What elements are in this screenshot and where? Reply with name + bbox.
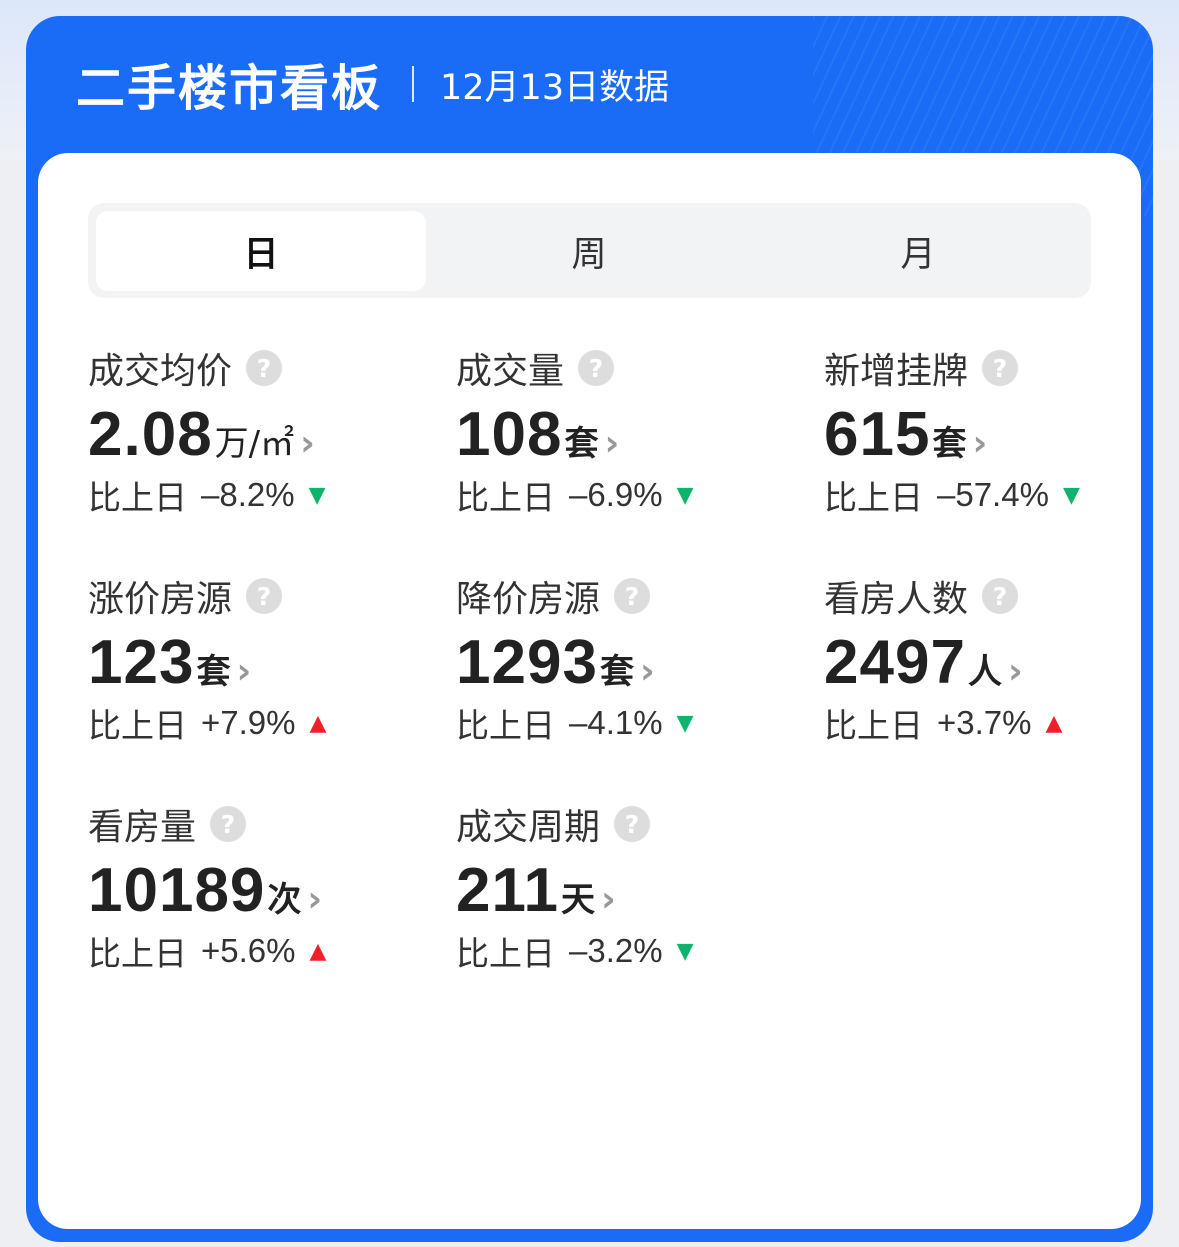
metric-unit: 套 [564, 424, 599, 464]
help-icon[interactable]: ? [982, 578, 1019, 614]
triangle-down-icon: ▼ [676, 482, 694, 508]
chevron-right-icon[interactable]: › [307, 879, 322, 920]
metric-unit: 套 [196, 652, 231, 692]
triangle-down-icon: ▼ [1062, 482, 1080, 508]
change-value: –8.2% [201, 476, 295, 513]
change-value: +5.6% [201, 932, 296, 969]
metric-price-up-listings[interactable]: 涨价房源 ? 123 套 › 比上日 +7.9% ▲ [88, 575, 428, 745]
metric-unit: 套 [932, 424, 967, 464]
period-tabs: 日 周 月 [88, 203, 1091, 298]
metric-value: 108 [456, 400, 563, 469]
chevron-right-icon[interactable]: › [300, 423, 315, 464]
metric-price-down-listings[interactable]: 降价房源 ? 1293 套 › 比上日 –4.1% ▼ [456, 575, 796, 745]
board-title: 二手楼市看板 [76, 59, 383, 117]
metric-unit: 天 [561, 880, 596, 920]
metric-deal-cycle[interactable]: 成交周期 ? 211 天 › 比上日 –3.2% ▼ [456, 803, 796, 973]
metric-unit: 次 [267, 880, 302, 920]
chevron-right-icon[interactable]: › [604, 423, 619, 464]
metric-value: 123 [88, 628, 195, 697]
metric-value: 615 [824, 400, 931, 469]
change-value: –6.9% [569, 476, 663, 513]
metric-label: 成交均价 [88, 351, 233, 392]
compare-label: 比上日 [824, 478, 923, 517]
metric-label: 涨价房源 [88, 579, 233, 620]
triangle-down-icon: ▼ [308, 482, 326, 508]
triangle-up-icon: ▲ [309, 710, 327, 736]
change-value: –4.1% [569, 704, 663, 741]
chevron-right-icon[interactable]: › [972, 423, 987, 464]
chevron-right-icon[interactable]: › [601, 879, 616, 920]
triangle-down-icon: ▼ [676, 710, 694, 736]
chevron-right-icon[interactable]: › [1008, 651, 1023, 692]
metric-label: 看房量 [88, 807, 197, 848]
compare-label: 比上日 [88, 478, 187, 517]
triangle-up-icon: ▲ [1045, 710, 1063, 736]
tab-month[interactable]: 月 [753, 211, 1083, 291]
triangle-up-icon: ▲ [309, 938, 327, 964]
compare-label: 比上日 [824, 706, 923, 745]
metric-value: 1293 [456, 628, 598, 697]
metric-label: 降价房源 [456, 579, 601, 620]
metric-viewers[interactable]: 看房人数 ? 2497 人 › 比上日 +3.7% ▲ [824, 575, 1153, 745]
compare-label: 比上日 [456, 706, 555, 745]
compare-label: 比上日 [88, 934, 187, 973]
triangle-down-icon: ▼ [676, 938, 694, 964]
metric-unit: 套 [599, 652, 634, 692]
chevron-right-icon[interactable]: › [236, 651, 251, 692]
metric-label: 新增挂牌 [824, 351, 969, 392]
board-header: 二手楼市看板 12月13日数据 [76, 56, 670, 117]
metric-value: 2497 [824, 628, 966, 697]
metric-label: 成交周期 [456, 807, 601, 848]
compare-label: 比上日 [88, 706, 187, 745]
help-icon[interactable]: ? [614, 578, 651, 614]
metric-deal-volume[interactable]: 成交量 ? 108 套 › 比上日 –6.9% ▼ [456, 347, 796, 517]
tab-day[interactable]: 日 [96, 211, 426, 291]
metric-label: 看房人数 [824, 579, 969, 620]
change-value: –3.2% [569, 932, 663, 969]
change-value: –57.4% [937, 476, 1049, 513]
help-icon[interactable]: ? [210, 806, 247, 842]
compare-label: 比上日 [456, 478, 555, 517]
change-value: +3.7% [937, 704, 1032, 741]
header-divider [412, 66, 415, 102]
help-icon[interactable]: ? [614, 806, 651, 842]
data-date: 12月13日数据 [440, 67, 670, 108]
chevron-right-icon[interactable]: › [640, 651, 655, 692]
metric-value: 211 [456, 856, 560, 925]
metric-label: 成交量 [456, 351, 565, 392]
metric-new-listings[interactable]: 新增挂牌 ? 615 套 › 比上日 –57.4% ▼ [824, 347, 1153, 517]
change-value: +7.9% [201, 704, 296, 741]
compare-label: 比上日 [456, 934, 555, 973]
tab-week[interactable]: 周 [424, 211, 754, 291]
market-board-card: 二手楼市看板 12月13日数据 日 周 月 成交均价 ? 2.08 万/㎡ › … [26, 16, 1153, 1242]
metric-unit: 万/㎡ [214, 424, 295, 464]
metric-unit: 人 [967, 652, 1002, 692]
help-icon[interactable]: ? [246, 578, 283, 614]
metric-value: 10189 [88, 856, 266, 925]
metric-value: 2.08 [88, 400, 213, 469]
metric-avg-price[interactable]: 成交均价 ? 2.08 万/㎡ › 比上日 –8.2% ▼ [88, 347, 428, 517]
metrics-panel: 日 周 月 成交均价 ? 2.08 万/㎡ › 比上日 –8.2% ▼ 成交量 [38, 153, 1141, 1229]
help-icon[interactable]: ? [578, 350, 615, 386]
help-icon[interactable]: ? [982, 350, 1019, 386]
help-icon[interactable]: ? [246, 350, 283, 386]
metric-viewings[interactable]: 看房量 ? 10189 次 › 比上日 +5.6% ▲ [88, 803, 428, 973]
